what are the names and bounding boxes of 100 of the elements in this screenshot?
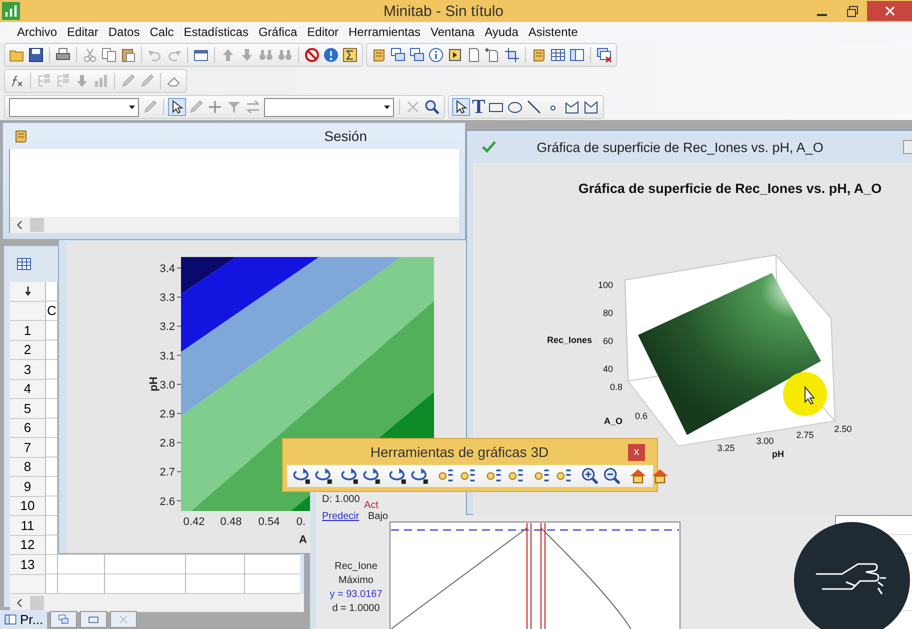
run-icon[interactable] [447, 47, 463, 63]
menu-item[interactable]: Herramientas [344, 23, 426, 41]
save-icon[interactable] [28, 47, 44, 63]
desirability-value: D: 1.000 [322, 494, 360, 505]
stop-icon[interactable] [304, 47, 320, 63]
cursor-highlight [783, 372, 827, 416]
menu-item[interactable]: Editor [302, 23, 344, 41]
plus-icon[interactable] [207, 99, 223, 115]
columns-icon[interactable] [569, 47, 585, 63]
rotate-icon[interactable] [411, 467, 429, 485]
menu-item[interactable]: Asistente [523, 23, 583, 41]
printer-icon[interactable] [55, 47, 71, 63]
predict-link[interactable]: Predecir [322, 511, 360, 522]
page-icon[interactable] [466, 47, 482, 63]
text-tool[interactable]: T [472, 98, 486, 116]
menu-item[interactable]: Datos [103, 23, 145, 41]
minimize-icon [817, 14, 827, 16]
home-icon[interactable] [629, 467, 647, 485]
scroll-icon[interactable] [531, 47, 547, 63]
toolbar-title: Herramientas de gráficas 3D [369, 444, 550, 460]
scroll-icon [13, 128, 29, 144]
scroll-thumb[interactable] [30, 596, 44, 610]
rotate-icon[interactable] [363, 467, 381, 485]
polyline-icon[interactable] [564, 99, 580, 115]
info-icon[interactable] [428, 47, 444, 63]
window-title: Gráfica de superficie de Rec_Iones vs. pH, A_O [536, 140, 824, 154]
crop-icon[interactable] [504, 47, 520, 63]
close-window-icon[interactable] [596, 47, 612, 63]
chart-title: Gráfica de superficie de Rec_Iones vs. pH, A_O [578, 181, 882, 196]
status-label: Act [364, 500, 378, 511]
menu-item[interactable]: Estadísticas [178, 23, 254, 41]
window-icon[interactable] [193, 47, 209, 63]
function-icon[interactable] [9, 73, 25, 89]
help-icon[interactable] [323, 47, 339, 63]
table-icon [16, 256, 32, 272]
column-header-cell[interactable] [10, 282, 46, 302]
restore-button[interactable] [50, 611, 78, 628]
ellipse-icon[interactable] [507, 99, 524, 115]
y-tick-label: 3.2 [160, 321, 175, 334]
row-number: 3 [10, 360, 46, 380]
new-page-icon[interactable] [485, 47, 501, 63]
goal-label: Máximo [338, 575, 374, 586]
y-tick-label: 2.9 [160, 408, 175, 420]
windows-icon[interactable] [390, 47, 406, 63]
x-tick-label: 0.48 [220, 516, 242, 528]
y-tick-label: 3.3 [160, 292, 175, 304]
windows-icon [58, 614, 70, 625]
line-icon[interactable] [526, 99, 542, 115]
search-icon[interactable] [424, 99, 440, 115]
scroll-icon[interactable] [371, 47, 387, 63]
home-icon[interactable] [651, 467, 669, 485]
close-button[interactable] [867, 1, 912, 21]
table-icon[interactable] [550, 47, 566, 63]
zoom-out-icon[interactable] [603, 467, 621, 485]
copy-icon[interactable] [101, 47, 117, 63]
dropdown-field[interactable] [264, 98, 394, 116]
response-name: Rec_Ione [334, 561, 378, 572]
rectangle-icon [88, 614, 100, 625]
dropdown-field[interactable] [9, 98, 139, 116]
menu-item[interactable]: Ayuda [480, 23, 524, 41]
menu-item[interactable]: Ventana [426, 23, 480, 41]
rotate-icon[interactable] [315, 467, 333, 485]
row-number: 8 [10, 458, 46, 477]
menu-item[interactable]: Archivo [12, 23, 62, 41]
menu-item[interactable]: Calc [144, 23, 179, 41]
scroll-thumb[interactable] [30, 218, 44, 232]
restore-icon [846, 6, 858, 16]
maximize-button[interactable] [80, 611, 108, 628]
horizontal-scrollbar[interactable] [10, 594, 304, 612]
rotate-icon[interactable] [293, 467, 311, 485]
rotate-icon[interactable] [341, 467, 359, 485]
a-tick-label: 0.6 [635, 411, 648, 421]
sum-icon[interactable] [342, 47, 358, 63]
z-tick-label: 80 [602, 308, 613, 318]
predicted-value: y = 93.0167 [330, 589, 382, 600]
individual-desirability: d = 1.0000 [332, 603, 380, 614]
row-number: 13 [10, 555, 46, 574]
row-number: 10 [10, 496, 46, 516]
x-tick-label: 0.42 [183, 516, 205, 528]
scissors-icon[interactable] [82, 47, 98, 63]
menu-item[interactable]: Editar [62, 23, 104, 41]
zoom-in-icon[interactable] [581, 467, 599, 485]
row-number: 1 [10, 321, 46, 340]
row-number: 7 [10, 438, 46, 458]
cross-icon [118, 614, 130, 625]
row-number: 6 [10, 418, 46, 438]
close-button[interactable]: x [628, 444, 645, 460]
rotate-icon[interactable] [389, 467, 407, 485]
windows-icon[interactable] [409, 47, 425, 63]
horizontal-scrollbar[interactable] [9, 217, 459, 233]
axis-label: A [299, 534, 307, 546]
z-tick-label: 60 [602, 336, 613, 346]
ph-tick-label: 3.25 [717, 443, 735, 453]
y-tick-label: 3.0 [160, 379, 175, 392]
polygon-icon[interactable] [583, 99, 600, 115]
axis-label: pH [772, 449, 784, 459]
menu-item[interactable]: Gráfica [253, 23, 302, 41]
paste-icon[interactable] [120, 47, 136, 63]
minimized-window[interactable]: Pr... [0, 610, 48, 629]
row-number: 12 [10, 536, 46, 555]
